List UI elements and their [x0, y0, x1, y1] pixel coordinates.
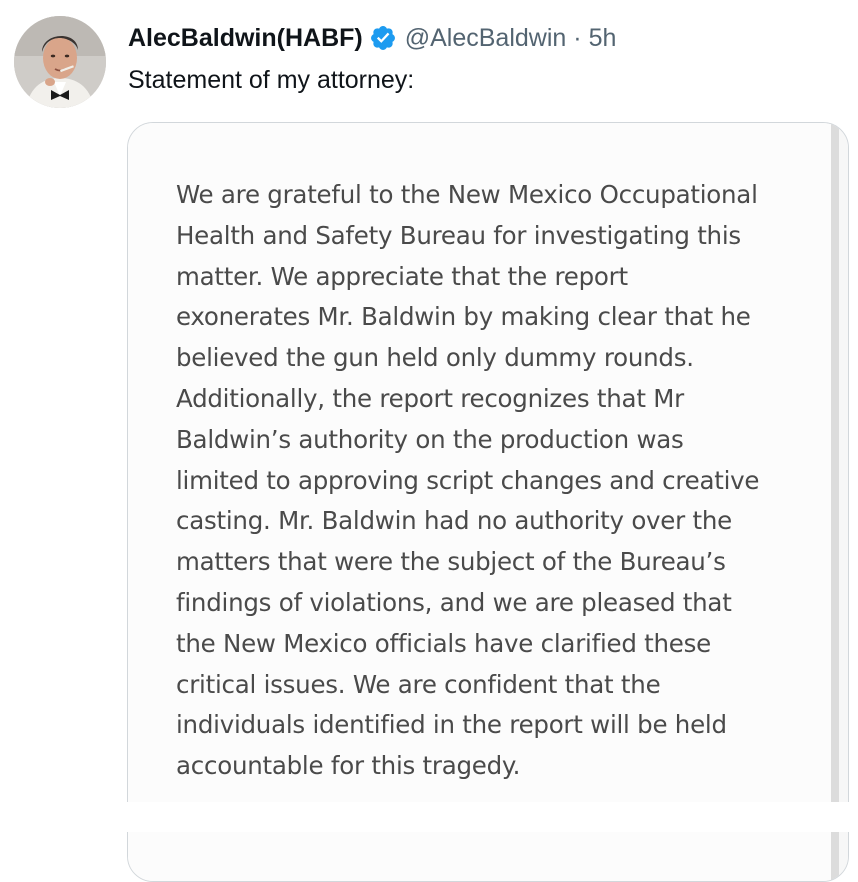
- verified-badge-icon: [369, 24, 397, 52]
- statement-line: limited to approving script changes and …: [176, 465, 760, 495]
- header-separator: ·: [573, 24, 582, 52]
- tweet-header: AlecBaldwin(HABF) @AlecBaldwin · 5h: [128, 20, 616, 56]
- statement-line: believed the gun held only dummy rounds.: [176, 343, 694, 373]
- statement-document: We are grateful to the New Mexico Occupa…: [128, 123, 831, 881]
- tweet-text: Statement of my attorney:: [128, 66, 415, 94]
- statement-line: We are grateful to the New Mexico Occupa…: [176, 180, 758, 209]
- avatar[interactable]: [14, 16, 106, 108]
- document-page-margin: [839, 123, 848, 881]
- document-page-edge: [831, 123, 839, 881]
- user-handle[interactable]: @AlecBaldwin: [405, 20, 567, 56]
- statement-line: accountable for this tragedy.: [176, 751, 521, 781]
- statement-line: individuals identified in the report wil…: [176, 710, 727, 740]
- statement-line: Baldwin’s authority on the production wa…: [176, 424, 684, 454]
- tweet: AlecBaldwin(HABF) @AlecBaldwin · 5h Stat…: [0, 0, 858, 882]
- statement-line: matters that were the subject of the Bur…: [176, 547, 726, 577]
- attorney-statement: We are grateful to the New Mexico Occupa…: [176, 175, 826, 787]
- statement-line: Additionally, the report recognizes that…: [176, 383, 684, 413]
- statement-line: critical issues. We are confident that t…: [176, 669, 661, 699]
- statement-line: matter. We appreciate that the report: [176, 261, 628, 291]
- statement-line: Health and Safety Bureau for investigati…: [176, 220, 741, 250]
- statement-line: exonerates Mr. Baldwin by making clear t…: [176, 302, 751, 332]
- tweet-timestamp[interactable]: 5h: [589, 20, 617, 56]
- crop-bottom: [0, 802, 858, 832]
- statement-line: the New Mexico officials have clarified …: [176, 628, 711, 658]
- statement-line: casting. Mr. Baldwin had no authority ov…: [176, 506, 732, 536]
- media-image[interactable]: We are grateful to the New Mexico Occupa…: [127, 122, 849, 882]
- statement-line: findings of violations, and we are pleas…: [176, 587, 732, 617]
- avatar-photo: [14, 16, 106, 108]
- display-name[interactable]: AlecBaldwin(HABF): [128, 20, 363, 56]
